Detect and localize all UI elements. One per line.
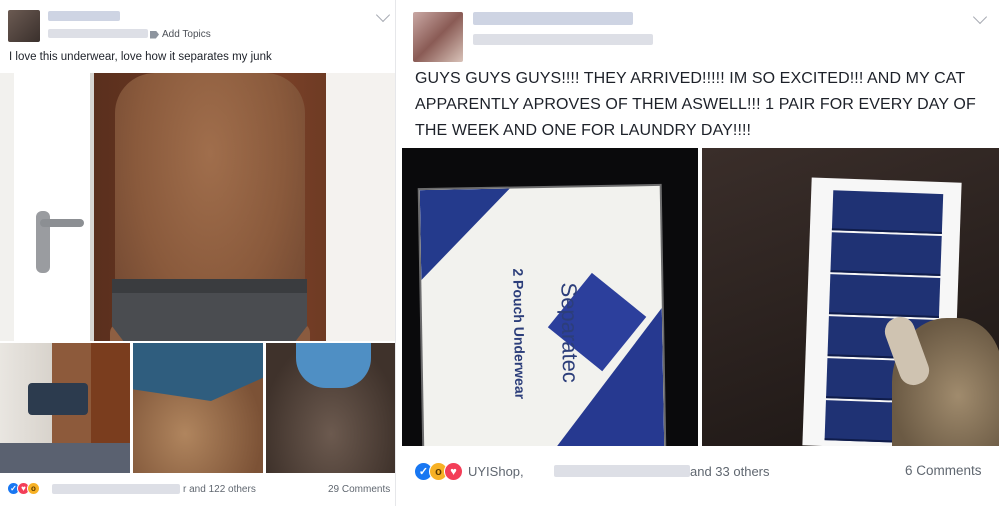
reactions-summary[interactable]: ✓ o ♥ UYIShop, — [414, 462, 524, 481]
add-topics-label: Add Topics — [162, 29, 211, 40]
post-caption: I love this underwear, love how it separ… — [9, 51, 272, 63]
waistband — [112, 279, 307, 293]
thumbnail-1-underwear — [28, 383, 88, 415]
love-icon: ♥ — [444, 462, 463, 481]
thumbnail-3-underwear — [296, 343, 371, 388]
comments-link[interactable]: 6 Comments — [905, 463, 982, 478]
post-meta-blurred — [473, 34, 653, 45]
door — [14, 73, 94, 341]
photo-drawers-cat[interactable] — [702, 148, 999, 446]
chevron-down-icon[interactable] — [375, 7, 391, 23]
post-left: Add Topics I love this underwear, love h… — [0, 0, 396, 506]
tag-icon — [150, 30, 159, 39]
post-right: GUYS GUYS GUYS!!!! THEY ARRIVED!!!!! IM … — [397, 0, 1000, 506]
box-brand: Separatec — [556, 282, 584, 384]
reactor-names-blurred — [52, 484, 180, 494]
author-name-blurred[interactable] — [48, 11, 120, 21]
reactor-names-blurred — [554, 465, 690, 477]
author-avatar[interactable] — [413, 12, 463, 62]
post-meta-blurred — [48, 29, 148, 38]
thumbnail-1[interactable] — [0, 343, 130, 473]
box-product: 2 Pouch Underwear — [510, 268, 529, 400]
reactor-name[interactable]: UYIShop, — [468, 464, 524, 479]
thumbnail-1-floor — [0, 443, 130, 473]
main-photo[interactable] — [0, 73, 395, 341]
comments-link[interactable]: 29 Comments — [328, 484, 390, 495]
drawer — [831, 190, 944, 235]
photo-box[interactable]: Separatec 2 Pouch Underwear — [402, 148, 698, 446]
reactions-count[interactable]: r and 122 others — [183, 484, 256, 495]
product-box: Separatec 2 Pouch Underwear — [419, 185, 665, 446]
chevron-down-icon[interactable] — [972, 9, 988, 25]
wall-right — [326, 73, 395, 341]
author-name-blurred[interactable] — [473, 12, 633, 25]
door-handle — [40, 219, 84, 227]
box-cube-graphic — [420, 189, 512, 281]
reactions-summary[interactable]: ✓ ♥ o — [7, 482, 40, 495]
drawer — [830, 232, 942, 277]
author-avatar[interactable] — [8, 10, 40, 42]
wow-icon: o — [27, 482, 40, 495]
reactions-count[interactable]: and 33 others — [690, 464, 770, 479]
add-topics-link[interactable]: Add Topics — [150, 29, 211, 40]
post-caption: GUYS GUYS GUYS!!!! THEY ARRIVED!!!!! IM … — [415, 70, 976, 139]
thumbnail-2[interactable] — [133, 343, 263, 473]
thumbnail-3[interactable] — [266, 343, 395, 473]
drawer — [828, 274, 941, 318]
